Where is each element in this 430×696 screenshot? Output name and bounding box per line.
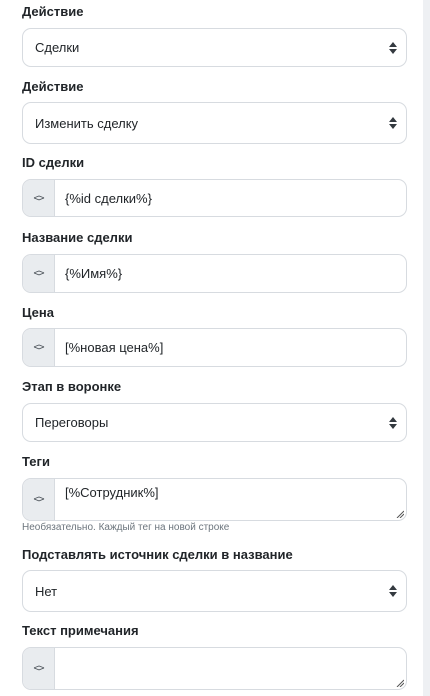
deal-id-input[interactable]: {%id сделки%} (55, 180, 406, 216)
action-select-2-value: Изменить сделку (35, 115, 139, 131)
note-text-textarea[interactable] (55, 648, 406, 689)
stage-label: Этап в воронке (22, 379, 122, 394)
code-brackets-icon: <> (23, 648, 55, 689)
deal-id-group: <> {%id сделки%} (22, 179, 407, 217)
action-select-2[interactable]: Изменить сделку (22, 102, 407, 144)
note-text-label: Текст примечания (22, 623, 139, 638)
stage-select-value: Переговоры (35, 415, 109, 430)
deal-id-label: ID сделки (22, 155, 85, 170)
scroll-edge (423, 0, 430, 696)
deal-name-input[interactable]: {%Имя%} (55, 255, 406, 292)
sort-caret-icon (389, 117, 397, 129)
action-select-1-value: Сделки (35, 40, 80, 55)
resize-grip-icon[interactable] (396, 679, 404, 687)
code-brackets-icon: <> (23, 180, 55, 216)
deal-name-group: <> {%Имя%} (22, 254, 407, 293)
source-in-name-select[interactable]: Нет (22, 570, 407, 612)
stage-select[interactable]: Переговоры (22, 403, 407, 442)
price-group: <> [%новая цена%] (22, 328, 407, 367)
action-select-1[interactable]: Сделки (22, 28, 407, 67)
note-text-group: <> (22, 647, 407, 690)
source-in-name-value: Нет (35, 583, 58, 599)
price-input[interactable]: [%новая цена%] (55, 329, 406, 366)
tags-label: Теги (22, 454, 50, 469)
code-brackets-icon: <> (23, 329, 55, 366)
sort-caret-icon (389, 416, 397, 429)
action-label-2: Действие (22, 79, 84, 94)
action-label-1: Действие (22, 4, 84, 19)
resize-grip-icon[interactable] (396, 510, 404, 518)
sort-caret-icon (389, 41, 397, 54)
deal-name-label: Название сделки (22, 230, 133, 245)
source-in-name-label: Подставлять источник сделки в название (22, 547, 293, 562)
price-label: Цена (22, 305, 54, 320)
sort-caret-icon (389, 585, 397, 597)
code-brackets-icon: <> (23, 479, 55, 520)
tags-hint: Необязательно. Каждый тег на новой строк… (22, 522, 230, 533)
code-brackets-icon: <> (23, 255, 55, 292)
tags-textarea[interactable]: [%Сотрудник%] (55, 479, 406, 520)
tags-group: <> [%Сотрудник%] (22, 478, 407, 521)
